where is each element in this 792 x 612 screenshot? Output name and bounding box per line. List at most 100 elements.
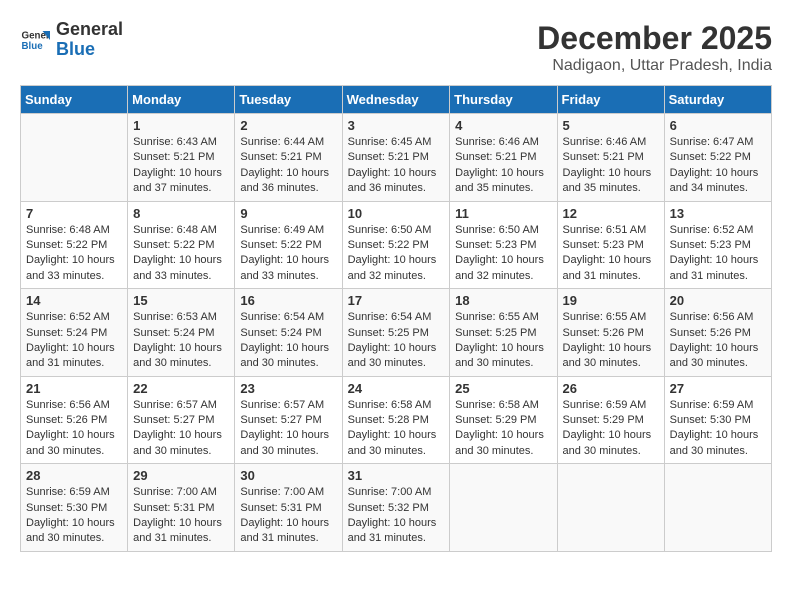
day-info: Sunrise: 6:46 AM Sunset: 5:21 PM Dayligh… <box>455 135 551 197</box>
logo-text: General Blue <box>56 20 123 60</box>
day-info: Sunrise: 6:57 AM Sunset: 5:27 PM Dayligh… <box>240 398 336 460</box>
calendar-cell <box>664 464 771 552</box>
calendar-cell: 29Sunrise: 7:00 AM Sunset: 5:31 PM Dayli… <box>128 464 235 552</box>
day-number: 14 <box>26 293 122 308</box>
calendar-cell: 23 Sunrise: 6:57 AM Sunset: 5:27 PM Dayli… <box>235 376 342 464</box>
day-number: 23 <box>240 381 336 396</box>
day-info: Sunrise: 6:48 AM Sunset: 5:22 PM Dayligh… <box>26 223 122 285</box>
day-header-tuesday: Tuesday <box>235 86 342 114</box>
day-info: Sunrise: 6:56 AM Sunset: 5:26 PM Dayligh… <box>670 310 766 372</box>
calendar-cell: 1 Sunrise: 6:43 AM Sunset: 5:21 PM Daylig… <box>128 114 235 202</box>
day-info: Sunrise: 7:00 AM Sunset: 5:31 PM Dayligh… <box>240 485 336 547</box>
day-number: 10 <box>348 206 445 221</box>
day-info: Sunrise: 6:50 AM Sunset: 5:23 PM Dayligh… <box>455 223 551 285</box>
calendar-cell: 26 Sunrise: 6:59 AM Sunset: 5:29 PM Dayli… <box>557 376 664 464</box>
day-number: 19 <box>563 293 659 308</box>
location-title: Nadigaon, Uttar Pradesh, India <box>537 57 772 75</box>
calendar-cell <box>21 114 128 202</box>
calendar-cell: 8 Sunrise: 6:48 AM Sunset: 5:22 PM Daylig… <box>128 201 235 289</box>
calendar-cell: 7 Sunrise: 6:48 AM Sunset: 5:22 PM Daylig… <box>21 201 128 289</box>
day-info: Sunrise: 6:50 AM Sunset: 5:22 PM Dayligh… <box>348 223 445 285</box>
calendar-cell: 27 Sunrise: 6:59 AM Sunset: 5:30 PM Dayli… <box>664 376 771 464</box>
calendar-cell: 20Sunrise: 6:56 AM Sunset: 5:26 PM Dayli… <box>664 289 771 377</box>
day-info: Sunrise: 6:49 AM Sunset: 5:22 PM Dayligh… <box>240 223 336 285</box>
day-info: Sunrise: 6:47 AM Sunset: 5:22 PM Dayligh… <box>670 135 766 197</box>
day-info: Sunrise: 6:48 AM Sunset: 5:22 PM Dayligh… <box>133 223 229 285</box>
month-title: December 2025 <box>537 20 772 57</box>
day-info: Sunrise: 7:00 AM Sunset: 5:31 PM Dayligh… <box>133 485 229 547</box>
calendar-cell: 13 Sunrise: 6:52 AM Sunset: 5:23 PM Dayli… <box>664 201 771 289</box>
calendar-body: 1 Sunrise: 6:43 AM Sunset: 5:21 PM Daylig… <box>21 114 772 552</box>
day-info: Sunrise: 6:57 AM Sunset: 5:27 PM Dayligh… <box>133 398 229 460</box>
logo-icon: General Blue <box>20 25 50 55</box>
day-number: 9 <box>240 206 336 221</box>
day-info: Sunrise: 6:46 AM Sunset: 5:21 PM Dayligh… <box>563 135 659 197</box>
day-info: Sunrise: 6:58 AM Sunset: 5:28 PM Dayligh… <box>348 398 445 460</box>
calendar-cell: 28Sunrise: 6:59 AM Sunset: 5:30 PM Dayli… <box>21 464 128 552</box>
day-number: 30 <box>240 468 336 483</box>
calendar-week-1: 1 Sunrise: 6:43 AM Sunset: 5:21 PM Daylig… <box>21 114 772 202</box>
day-number: 4 <box>455 118 551 133</box>
calendar-cell: 5Sunrise: 6:46 AM Sunset: 5:21 PM Daylig… <box>557 114 664 202</box>
day-info: Sunrise: 6:54 AM Sunset: 5:25 PM Dayligh… <box>348 310 445 372</box>
calendar-week-5: 28Sunrise: 6:59 AM Sunset: 5:30 PM Dayli… <box>21 464 772 552</box>
calendar-cell: 3 Sunrise: 6:45 AM Sunset: 5:21 PM Daylig… <box>342 114 450 202</box>
day-info: Sunrise: 6:56 AM Sunset: 5:26 PM Dayligh… <box>26 398 122 460</box>
day-number: 22 <box>133 381 229 396</box>
day-header-sunday: Sunday <box>21 86 128 114</box>
day-info: Sunrise: 6:45 AM Sunset: 5:21 PM Dayligh… <box>348 135 445 197</box>
calendar-cell: 19 Sunrise: 6:55 AM Sunset: 5:26 PM Dayli… <box>557 289 664 377</box>
day-info: Sunrise: 6:58 AM Sunset: 5:29 PM Dayligh… <box>455 398 551 460</box>
day-info: Sunrise: 6:54 AM Sunset: 5:24 PM Dayligh… <box>240 310 336 372</box>
page-header: General Blue General Blue December 2025 … <box>20 20 772 75</box>
day-info: Sunrise: 7:00 AM Sunset: 5:32 PM Dayligh… <box>348 485 445 547</box>
day-number: 27 <box>670 381 766 396</box>
day-number: 15 <box>133 293 229 308</box>
day-number: 7 <box>26 206 122 221</box>
day-number: 24 <box>348 381 445 396</box>
calendar-cell: 24 Sunrise: 6:58 AM Sunset: 5:28 PM Dayli… <box>342 376 450 464</box>
day-number: 8 <box>133 206 229 221</box>
calendar-cell: 14 Sunrise: 6:52 AM Sunset: 5:24 PM Dayli… <box>21 289 128 377</box>
logo-line2: Blue <box>56 40 123 60</box>
logo-line1: General <box>56 20 123 40</box>
day-info: Sunrise: 6:43 AM Sunset: 5:21 PM Dayligh… <box>133 135 229 197</box>
day-header-wednesday: Wednesday <box>342 86 450 114</box>
day-header-friday: Friday <box>557 86 664 114</box>
day-info: Sunrise: 6:55 AM Sunset: 5:26 PM Dayligh… <box>563 310 659 372</box>
calendar-week-2: 7 Sunrise: 6:48 AM Sunset: 5:22 PM Daylig… <box>21 201 772 289</box>
calendar-cell: 21 Sunrise: 6:56 AM Sunset: 5:26 PM Dayli… <box>21 376 128 464</box>
calendar-cell: 16Sunrise: 6:54 AM Sunset: 5:24 PM Dayli… <box>235 289 342 377</box>
day-number: 18 <box>455 293 551 308</box>
day-number: 3 <box>348 118 445 133</box>
calendar-cell: 25Sunrise: 6:58 AM Sunset: 5:29 PM Dayli… <box>450 376 557 464</box>
day-number: 1 <box>133 118 229 133</box>
calendar-week-4: 21 Sunrise: 6:56 AM Sunset: 5:26 PM Dayli… <box>21 376 772 464</box>
day-number: 13 <box>670 206 766 221</box>
day-number: 6 <box>670 118 766 133</box>
calendar-cell: 10 Sunrise: 6:50 AM Sunset: 5:22 PM Dayli… <box>342 201 450 289</box>
day-header-thursday: Thursday <box>450 86 557 114</box>
day-info: Sunrise: 6:44 AM Sunset: 5:21 PM Dayligh… <box>240 135 336 197</box>
calendar-table: SundayMondayTuesdayWednesdayThursdayFrid… <box>20 85 772 552</box>
day-header-saturday: Saturday <box>664 86 771 114</box>
day-number: 21 <box>26 381 122 396</box>
day-number: 26 <box>563 381 659 396</box>
calendar-cell: 9 Sunrise: 6:49 AM Sunset: 5:22 PM Daylig… <box>235 201 342 289</box>
logo: General Blue General Blue <box>20 20 123 60</box>
calendar-cell: 17 Sunrise: 6:54 AM Sunset: 5:25 PM Dayli… <box>342 289 450 377</box>
day-info: Sunrise: 6:59 AM Sunset: 5:30 PM Dayligh… <box>26 485 122 547</box>
calendar-week-3: 14 Sunrise: 6:52 AM Sunset: 5:24 PM Dayli… <box>21 289 772 377</box>
title-section: December 2025 Nadigaon, Uttar Pradesh, I… <box>537 20 772 75</box>
day-info: Sunrise: 6:59 AM Sunset: 5:29 PM Dayligh… <box>563 398 659 460</box>
calendar-cell: 18 Sunrise: 6:55 AM Sunset: 5:25 PM Dayli… <box>450 289 557 377</box>
day-info: Sunrise: 6:59 AM Sunset: 5:30 PM Dayligh… <box>670 398 766 460</box>
calendar-cell: 4 Sunrise: 6:46 AM Sunset: 5:21 PM Daylig… <box>450 114 557 202</box>
calendar-cell: 22 Sunrise: 6:57 AM Sunset: 5:27 PM Dayli… <box>128 376 235 464</box>
day-info: Sunrise: 6:55 AM Sunset: 5:25 PM Dayligh… <box>455 310 551 372</box>
calendar-cell <box>450 464 557 552</box>
calendar-cell: 30 Sunrise: 7:00 AM Sunset: 5:31 PM Dayli… <box>235 464 342 552</box>
day-number: 17 <box>348 293 445 308</box>
day-info: Sunrise: 6:52 AM Sunset: 5:24 PM Dayligh… <box>26 310 122 372</box>
day-info: Sunrise: 6:52 AM Sunset: 5:23 PM Dayligh… <box>670 223 766 285</box>
